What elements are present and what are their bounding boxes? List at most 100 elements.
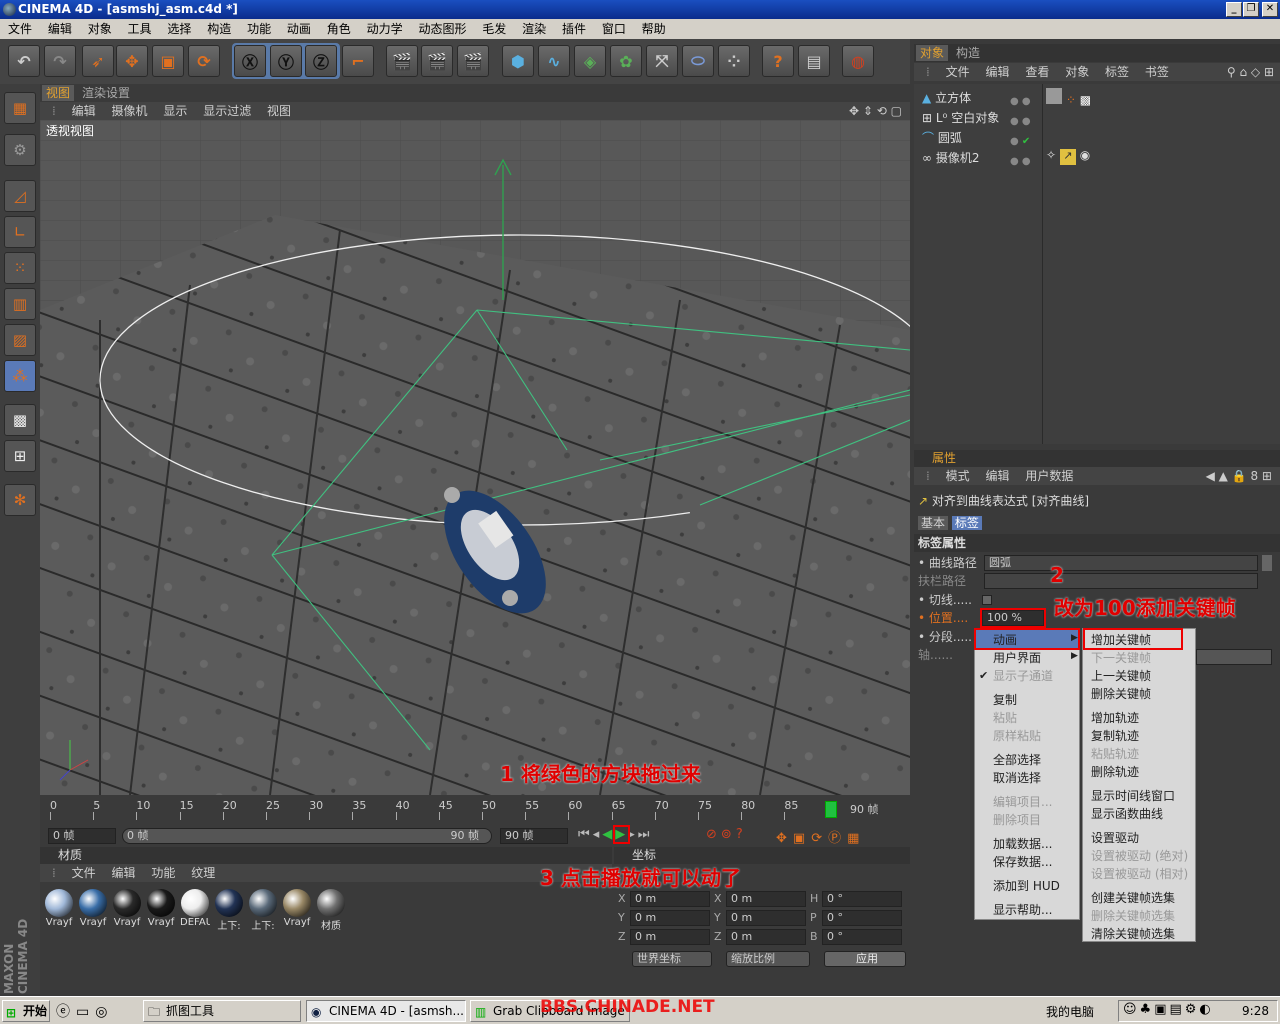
viewport-nav-icons[interactable]: ✥ ⇕ ⟲ ▢ <box>849 102 902 120</box>
menu-item[interactable]: 显示时间线窗口 <box>1091 787 1175 805</box>
current-frame-marker[interactable] <box>825 801 837 818</box>
menu-file[interactable]: 文件 <box>8 22 32 36</box>
coord-value-field[interactable]: 0 m <box>630 910 710 926</box>
material-swatch[interactable]: Vrayf <box>112 889 142 931</box>
menu-item[interactable]: 设置被驱动 (相对) <box>1091 865 1188 883</box>
undo-icon[interactable]: ↶ <box>8 45 40 77</box>
object-menu-tags[interactable]: 标签 <box>1105 65 1129 79</box>
menu-item[interactable]: 复制 <box>993 691 1017 709</box>
menu-render[interactable]: 渲染 <box>522 22 546 36</box>
attribute-menu-mode[interactable]: 模式 <box>946 469 970 483</box>
key-param-icon[interactable]: Ⓟ <box>828 831 847 846</box>
key-rotation-icon[interactable]: ⟳ <box>811 831 828 846</box>
curve-path-picker-icon[interactable] <box>1262 555 1272 571</box>
material-swatch[interactable]: Vrayf <box>282 889 312 931</box>
timeline-ruler[interactable]: 0 5 10 15 20 25 30 35 40 45 50 55 60 65 70 75 80 85 90 帧 <box>40 795 910 825</box>
curve-path-field[interactable]: 圆弧 <box>984 555 1258 571</box>
close-button[interactable]: ✕ <box>1262 2 1278 17</box>
phong-tag-icon[interactable]: ⁘ <box>1066 93 1076 107</box>
menu-item[interactable]: 删除关键帧 <box>1091 685 1151 703</box>
object-row-camera[interactable]: ∞ 摄像机2 <box>922 148 979 168</box>
object-row-arc[interactable]: ⌒ 圆弧 <box>922 128 962 148</box>
tab-objects[interactable]: 对象 <box>916 45 949 61</box>
key-position-icon[interactable]: ✥ <box>776 831 793 846</box>
menu-item[interactable]: 下一关键帧 <box>1091 649 1151 667</box>
goto-end-icon[interactable]: ⏭ <box>638 827 653 842</box>
menu-item[interactable]: 清除关键帧选集 <box>1091 925 1175 943</box>
move-icon[interactable]: ✥ <box>116 45 148 77</box>
perspective-viewport[interactable]: 透视视图 <box>40 120 910 795</box>
menu-tools[interactable]: 工具 <box>128 22 152 36</box>
material-menu-edit[interactable]: 编辑 <box>112 866 136 880</box>
object-row-cube[interactable]: ▲ 立方体 <box>922 88 971 108</box>
y-axis-icon[interactable]: Ⓨ <box>270 45 302 77</box>
render-picture-viewer-icon[interactable]: 🎬 <box>457 45 489 77</box>
task-cinema4d[interactable]: ◉ CINEMA 4D - [asmsh... <box>306 1000 466 1022</box>
apply-button[interactable]: 应用 <box>824 951 906 967</box>
coord-value-field[interactable]: 0 m <box>630 929 710 945</box>
material-swatch[interactable]: 上下: <box>248 889 278 932</box>
redo-icon[interactable]: ↷ <box>44 45 76 77</box>
coord-value-field[interactable]: 0 ° <box>822 891 902 907</box>
tangent-checkbox[interactable] <box>982 595 992 605</box>
menu-functions[interactable]: 功能 <box>247 22 271 36</box>
rotate-icon[interactable]: ⟳ <box>188 45 220 77</box>
next-frame-icon[interactable]: ▸ <box>628 827 638 842</box>
menu-item[interactable]: 显示子通道 <box>993 667 1053 685</box>
cinema4d-web-icon[interactable]: ◍ <box>842 45 874 77</box>
object-axis-icon[interactable]: ∟ <box>4 216 36 248</box>
drag-handle-icon[interactable]: ⁞ <box>926 469 930 483</box>
texture-tag-icon[interactable]: ▩ <box>1080 93 1091 107</box>
menu-item[interactable]: 加载数据... <box>993 835 1052 853</box>
texture-mode-icon[interactable]: ▩ <box>4 404 36 436</box>
coord-value-field[interactable]: 0 m <box>726 929 806 945</box>
menu-help[interactable]: 帮助 <box>642 22 666 36</box>
menu-mograph[interactable]: 动态图形 <box>418 22 466 36</box>
menu-item[interactable]: 用户界面 <box>993 649 1041 667</box>
start-button[interactable]: ⊞ 开始 <box>2 1000 50 1022</box>
tab-basic[interactable]: 基本 <box>918 516 949 530</box>
scale-dropdown[interactable]: 缩放比例 <box>726 951 810 967</box>
array-icon[interactable]: ✿ <box>610 45 642 77</box>
camera-tags[interactable]: ✧ ↗ ◉ <box>1046 148 1126 168</box>
menu-item[interactable]: 设置被驱动 (绝对) <box>1091 847 1188 865</box>
cube-primitive-icon[interactable]: ⬢ <box>502 45 534 77</box>
object-menu-bookmarks[interactable]: 书签 <box>1145 65 1169 79</box>
material-swatch[interactable]: Vrayf <box>146 889 176 931</box>
viewport-menu-camera[interactable]: 摄像机 <box>112 104 148 118</box>
menu-item[interactable]: 粘贴轨迹 <box>1091 745 1139 763</box>
tab-tag[interactable]: 标签 <box>951 516 982 530</box>
material-tag-icon[interactable] <box>1046 88 1062 104</box>
tray-icons[interactable]: ☺♣▣▤⚙◐ <box>1123 1002 1214 1017</box>
texture-axis-icon[interactable]: ◿ <box>4 180 36 212</box>
deformer-icon[interactable]: ⤧ <box>646 45 678 77</box>
play-reverse-icon[interactable]: ◀ <box>602 827 615 842</box>
points-mode-icon[interactable]: ⁙ <box>4 252 36 284</box>
desktop-icon[interactable]: ▭ <box>76 1004 95 1020</box>
drag-handle-icon[interactable]: ⁞ <box>52 104 56 118</box>
coord-value-field[interactable]: 0 ° <box>822 910 902 926</box>
menu-animation[interactable]: 动画 <box>287 22 311 36</box>
key-scale-icon[interactable]: ▣ <box>793 831 811 846</box>
workplane-icon[interactable]: ⊞ <box>4 440 36 472</box>
help-icon[interactable]: ? <box>762 45 794 77</box>
animation-mode-icon[interactable]: ⁂ <box>4 360 36 392</box>
coord-value-field[interactable]: 0 m <box>630 891 710 907</box>
viewport-menu-edit[interactable]: 编辑 <box>72 104 96 118</box>
menu-object[interactable]: 对象 <box>88 22 112 36</box>
menu-item[interactable]: 创建关键帧选集 <box>1091 889 1175 907</box>
axis-dropdown[interactable] <box>1196 649 1272 665</box>
snap-icon[interactable]: ✻ <box>4 484 36 516</box>
menu-item[interactable]: 动画 <box>993 631 1017 649</box>
attribute-menu-userdata[interactable]: 用户数据 <box>1025 469 1073 483</box>
tab-structure[interactable]: 构造 <box>952 45 984 61</box>
material-menu-texture[interactable]: 纹理 <box>191 866 215 880</box>
menu-item[interactable]: 显示函数曲线 <box>1091 805 1163 823</box>
spline-icon[interactable]: ∿ <box>538 45 570 77</box>
use-model-mode-icon[interactable]: ▦ <box>4 92 36 124</box>
world-coords-dropdown[interactable]: 世界坐标 <box>632 951 712 967</box>
target-tag-icon[interactable]: ✧ <box>1046 148 1056 162</box>
menu-item[interactable]: 编辑项目... <box>993 793 1052 811</box>
menu-item[interactable]: 删除关键帧选集 <box>1091 907 1175 925</box>
menu-dynamics[interactable]: 动力学 <box>367 22 403 36</box>
